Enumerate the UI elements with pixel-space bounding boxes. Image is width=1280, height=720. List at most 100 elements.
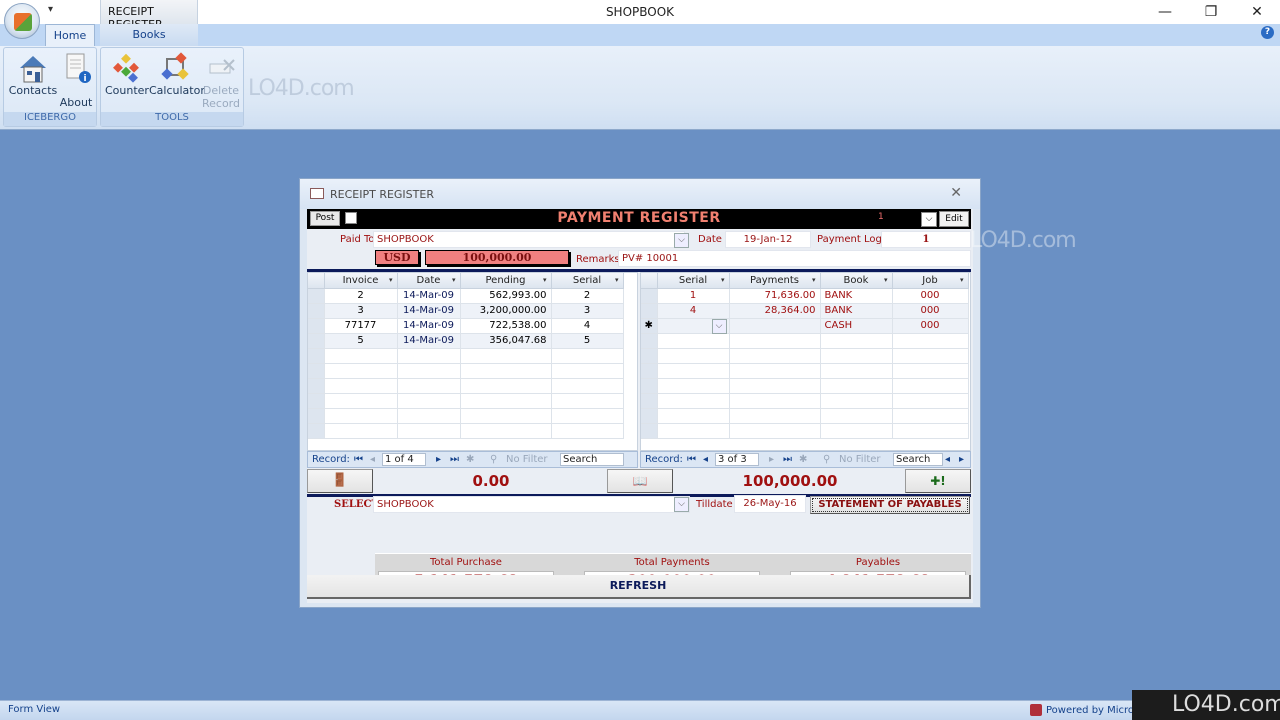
form-close-button[interactable]: ✕	[950, 185, 962, 201]
plus-icon: ✚!	[930, 474, 946, 488]
record-dropdown[interactable]: ⌵	[921, 212, 937, 227]
col-job[interactable]: Job ▾	[892, 273, 969, 289]
calculator-button[interactable]: Calculator	[149, 52, 205, 97]
currency-field[interactable]: USD	[375, 250, 419, 265]
quick-access-dropdown-icon[interactable]: ▾	[48, 4, 53, 15]
select-dropdown[interactable]: ⌵	[674, 497, 689, 512]
serial-dropdown[interactable]: ⌵	[711, 318, 727, 334]
scroll-right-button[interactable]: ▸	[959, 454, 964, 465]
prev-record-button[interactable]: ◂	[703, 454, 708, 465]
right-total: 100,000.00	[742, 472, 838, 490]
col-book[interactable]: Book ▾	[820, 273, 893, 289]
payment-log-field[interactable]: 1	[881, 231, 971, 248]
restore-button[interactable]: ❐	[1188, 0, 1234, 24]
table-row[interactable]: 77177 14-Mar-09 722,538.00 4	[308, 318, 624, 334]
statement-of-payables-button[interactable]: STATEMENT OF PAYABLES	[810, 496, 970, 514]
payments-record-navigator: Record: ⏮ ◂ 3 of 3 ▸ ⏭ ✱ ⚲ No Filter Sea…	[640, 451, 971, 468]
prev-record-button[interactable]: ◂	[370, 454, 375, 465]
about-button[interactable]: i About	[56, 52, 96, 109]
table-row[interactable]: 3 14-Mar-09 3,200,000.00 3	[308, 303, 624, 319]
select-all[interactable]	[308, 273, 325, 289]
invoices-record-navigator: Record: ⏮ ◂ 1 of 4 ▸ ⏭ ✱ ⚲ No Filter Sea…	[307, 451, 638, 468]
search-field[interactable]: Search	[893, 453, 943, 466]
watermark: LO4D.com	[248, 76, 355, 101]
date-field[interactable]: 19-Jan-12	[725, 231, 811, 248]
form-icon	[310, 188, 324, 199]
paid-to-label: Paid To	[340, 234, 375, 245]
office-button[interactable]	[4, 3, 40, 39]
edit-button[interactable]: Edit	[939, 211, 969, 227]
close-window-button[interactable]: ✕	[1234, 0, 1280, 24]
tab-home[interactable]: Home	[45, 24, 95, 46]
refresh-button[interactable]: REFRESH	[307, 575, 971, 599]
filter-icon[interactable]: ⚲	[823, 454, 830, 465]
table-row[interactable]: 5 14-Mar-09 356,047.68 5	[308, 333, 624, 349]
group-tools: Counter Calculator Delete Record TOOLS	[100, 47, 244, 127]
date-label: Date	[698, 234, 722, 245]
select-all[interactable]	[641, 273, 658, 289]
new-record-button[interactable]: ✱	[466, 454, 474, 465]
new-record-button[interactable]: ✱	[799, 454, 807, 465]
watermark: LO4D.com	[970, 228, 1077, 253]
last-record-button[interactable]: ⏭	[783, 454, 792, 465]
office-logo-icon	[14, 13, 32, 31]
payment-register-header: Post PAYMENT REGISTER 1 ⌵ Edit	[307, 209, 971, 229]
document-info-icon: i	[59, 52, 93, 84]
svg-text:i: i	[84, 74, 87, 84]
delete-record-button[interactable]: Delete Record	[201, 52, 241, 110]
group-label-icebergo: ICEBERGO	[4, 112, 96, 126]
col-invoice[interactable]: Invoice ▾	[324, 273, 398, 289]
delete-record-icon	[204, 52, 238, 84]
search-field[interactable]: Search	[560, 453, 624, 466]
tilldate-label: Tilldate	[696, 499, 733, 510]
tab-books[interactable]: Books	[100, 24, 198, 46]
contextual-tab-receipt-register: RECEIPT REGISTER	[100, 0, 198, 31]
select-field[interactable]: SHOPBOOK	[373, 496, 690, 513]
open-book-button[interactable]: 📖	[607, 469, 673, 493]
first-record-button[interactable]: ⏮	[687, 454, 696, 465]
calculator-icon	[158, 52, 192, 84]
left-total: 0.00	[472, 472, 510, 490]
exit-button[interactable]: 🚪	[307, 469, 373, 493]
help-icon[interactable]: ?	[1261, 26, 1274, 39]
record-position-field[interactable]: 1 of 4	[382, 453, 426, 466]
remarks-field[interactable]: PV# 10001	[618, 250, 971, 267]
amount-field[interactable]: 100,000.00	[425, 250, 569, 265]
first-record-button[interactable]: ⏮	[354, 454, 363, 465]
group-label-tools: TOOLS	[101, 112, 243, 126]
tilldate-field[interactable]: 26-May-16	[734, 495, 806, 513]
col-serial[interactable]: Serial ▾	[551, 273, 624, 289]
col-serial[interactable]: Serial ▾	[657, 273, 730, 289]
next-record-button[interactable]: ▸	[436, 454, 441, 465]
table-row[interactable]: 4 28,364.00 BANK 000	[641, 303, 969, 319]
book-icon: 📖	[632, 474, 648, 488]
paid-to-dropdown[interactable]: ⌵	[674, 233, 689, 248]
view-mode-label: Form View	[8, 704, 61, 715]
scroll-left-button[interactable]: ◂	[945, 454, 950, 465]
lo4d-watermark: LO4D.com	[1132, 690, 1280, 720]
col-pending[interactable]: Pending ▾	[460, 273, 552, 289]
table-row[interactable]: 1 71,636.00 BANK 000	[641, 288, 969, 304]
no-filter-button[interactable]: No Filter	[839, 454, 881, 465]
add-payment-button[interactable]: ✚!	[905, 469, 971, 493]
record-position-field[interactable]: 3 of 3	[715, 453, 759, 466]
access-logo-icon	[1030, 704, 1042, 716]
new-record-row[interactable]: ✱ ⌵ CASH 000	[641, 318, 969, 334]
filter-icon[interactable]: ⚲	[490, 454, 497, 465]
col-payments[interactable]: Payments ▾	[729, 273, 821, 289]
last-record-button[interactable]: ⏭	[450, 454, 459, 465]
minimize-button[interactable]: —	[1142, 0, 1188, 24]
ribbon: Contacts i About ICEBERGO Counter Calcul…	[0, 46, 1280, 130]
col-date[interactable]: Date ▾	[397, 273, 461, 289]
table-row[interactable]: 2 14-Mar-09 562,993.00 2	[308, 288, 624, 304]
counter-button[interactable]: Counter	[105, 52, 149, 97]
record-number: 1	[878, 212, 884, 222]
paid-to-field[interactable]: SHOPBOOK	[373, 231, 685, 248]
invoices-grid: Invoice ▾ Date ▾ Pending ▾ Serial ▾ 2 14-Mar-…	[307, 272, 638, 451]
next-record-button[interactable]: ▸	[769, 454, 774, 465]
group-icebergo: Contacts i About ICEBERGO	[3, 47, 97, 127]
payments-grid: Serial ▾ Payments ▾ Book ▾ Job ▾ 1 71,636.00 B…	[640, 272, 971, 451]
title-bar: SHOPBOOK RECEIPT REGISTER ▾ — ❐ ✕	[0, 0, 1280, 31]
no-filter-button[interactable]: No Filter	[506, 454, 548, 465]
contacts-button[interactable]: Contacts	[8, 52, 58, 97]
